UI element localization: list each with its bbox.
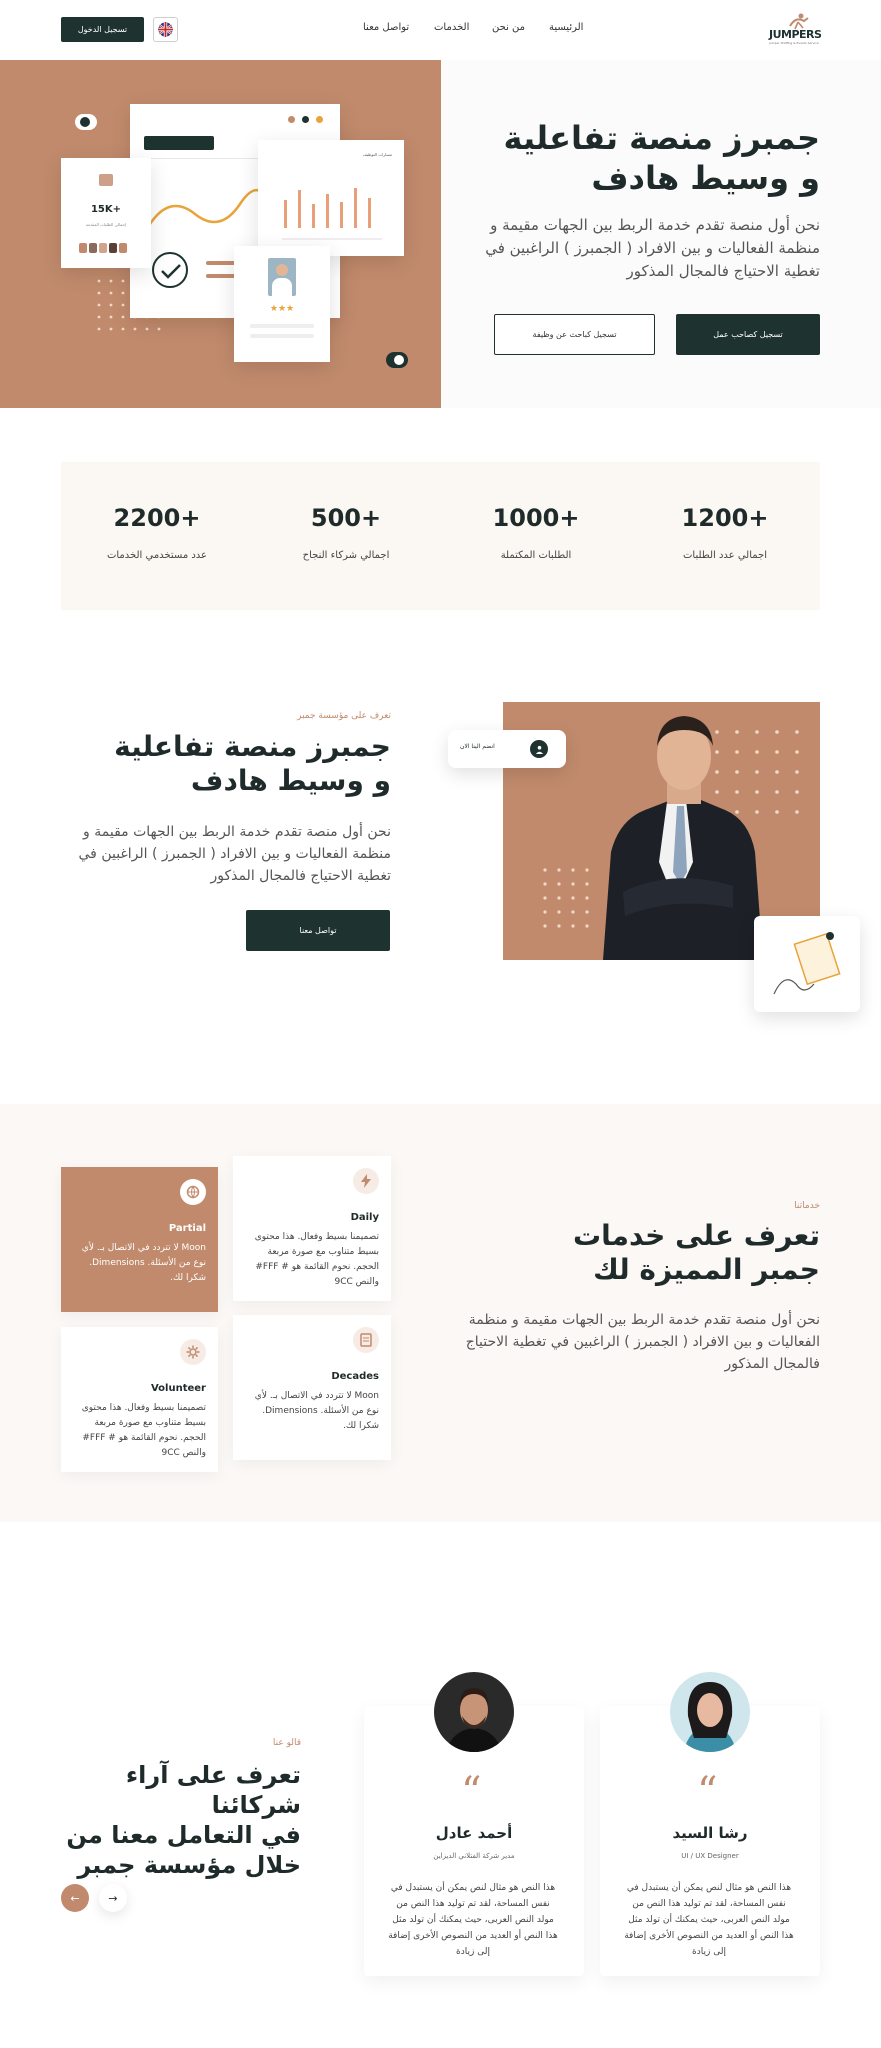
- nav-link-services[interactable]: الخدمات: [434, 22, 469, 33]
- hero-illustration: 15K+ إجمالي الطلبات المقدمة مسارات التوظ…: [0, 60, 441, 408]
- stat-users: 2200+ عدد مستخدمي الخدمات: [77, 504, 237, 561]
- about-title-line1: جمبرز منصة تفاعلية: [114, 730, 391, 763]
- logo-text: JUMPERS: [769, 28, 822, 41]
- jumpers-logo[interactable]: JUMPERS Jumper Staffing & Events Service: [768, 12, 822, 46]
- join-us-label: انضم الينا الان: [460, 743, 495, 750]
- service-title: Decades: [331, 1371, 379, 1382]
- quote-icon: “: [697, 1769, 718, 1815]
- service-body: Moon لا تتردد في الاتصال بـ. لأي نوع من …: [254, 1391, 379, 1431]
- service-body: تصميمنا بسيط وفعال. هذا محتوى بسيط متناو…: [81, 1403, 206, 1458]
- document-card-decoration: [754, 916, 860, 1012]
- testimonials-kicker: قالو عنا: [272, 1738, 301, 1748]
- stat-card-mockup: 15K+ إجمالي الطلبات المقدمة: [61, 158, 151, 268]
- top-navbar: تسجيل الدخول تواصل معنا الخدمات من نحن ا…: [0, 0, 881, 60]
- stats-panel: 1200+ اجمالي عدد الطلبات 1000+ الطلبات ا…: [61, 462, 820, 610]
- services-kicker: خدماتنا: [794, 1201, 820, 1211]
- testimonial-role: UI / UX Designer: [681, 1852, 739, 1860]
- prev-arrow-button[interactable]: ←: [61, 1884, 89, 1912]
- about-kicker: تعرف على مؤسسة جمبر: [297, 711, 391, 721]
- lightning-icon: [353, 1168, 379, 1194]
- service-body: Moon لا تتردد في الاتصال بـ. لأي نوع من …: [81, 1243, 206, 1283]
- illustration-chart-caption: مسارات التوظيف: [362, 152, 392, 157]
- toggle-decoration: [386, 352, 408, 368]
- hero-title: جمبرز منصة تفاعلية و وسيط هادف: [490, 118, 820, 198]
- testimonials-title: تعرف على آراء شركائنا في التعامل معنا من…: [41, 1760, 301, 1880]
- service-card-daily[interactable]: Daily تصميمنا بسيط وفعال. هذا محتوى بسيط…: [233, 1156, 391, 1301]
- testimonial-body: هذا النص هو مثال لنص يمكن أن يستبدل في ن…: [388, 1883, 558, 1957]
- hero-title-line1: جمبرز منصة تفاعلية: [503, 119, 820, 157]
- profile-card-mockup: ★★★: [234, 246, 330, 362]
- about-description: نحن أول منصة تقدم خدمة الربط بين الجهات …: [78, 824, 391, 884]
- about-title: جمبرز منصة تفاعلية و وسيط هادف: [91, 730, 391, 798]
- contact-us-button[interactable]: تواصل معنا: [246, 910, 390, 951]
- services-title-line1: تعرف على خدمات: [573, 1219, 820, 1252]
- services-description: نحن أول منصة تقدم خدمة الربط بين الجهات …: [465, 1312, 820, 1372]
- testimonial-body: هذا النص هو مثال لنص يمكن أن يستبدل في ن…: [624, 1883, 794, 1957]
- service-title: Daily: [350, 1212, 379, 1223]
- businessman-photo: [603, 716, 763, 960]
- hero-description: نحن أول منصة تقدم خدمة الربط بين الجهات …: [485, 216, 820, 280]
- avatar: [434, 1672, 514, 1752]
- toggle-decoration: [75, 114, 97, 130]
- user-icon: [530, 740, 548, 758]
- service-card-decades[interactable]: Decades Moon لا تتردد في الاتصال بـ. لأي…: [233, 1315, 391, 1460]
- quote-icon: “: [461, 1769, 482, 1815]
- nav-link-about[interactable]: من نحن: [492, 22, 525, 33]
- service-title: Partial: [168, 1223, 206, 1234]
- contract-doc-icon: [773, 932, 841, 995]
- illustration-stat-caption: إجمالي الطلبات المقدمة: [85, 222, 127, 227]
- join-us-badge[interactable]: انضم الينا الان: [448, 730, 566, 768]
- login-button[interactable]: تسجيل الدخول: [61, 17, 144, 42]
- stat-label: عدد مستخدمي الخدمات: [106, 550, 208, 561]
- stat-completed-requests: 1000+ الطلبات المكتملة: [456, 504, 616, 561]
- language-switch[interactable]: [153, 17, 178, 42]
- service-card-partial[interactable]: Partial Moon لا تتردد في الاتصال بـ. لأي…: [61, 1167, 218, 1312]
- uk-flag-icon: [158, 22, 173, 37]
- stat-label: اجمالي شركاء النجاح: [302, 550, 390, 561]
- gear-icon: [180, 1339, 206, 1365]
- stat-value: 1000+: [492, 504, 580, 532]
- stat-label: الطلبات المكتملة: [500, 550, 572, 561]
- logo-tagline: Jumper Staffing & Events Service: [769, 41, 819, 45]
- document-icon: [353, 1327, 379, 1353]
- testimonial-name: رشا السيد: [672, 1824, 748, 1842]
- stat-value: 1200+: [681, 504, 769, 532]
- stat-label: اجمالي عدد الطلبات: [682, 550, 767, 561]
- about-title-line2: و وسيط هادف: [190, 764, 391, 797]
- next-arrow-button[interactable]: →: [99, 1884, 127, 1912]
- services-title: تعرف على خدمات جمبر المميزة لك: [500, 1219, 820, 1287]
- nav-link-home[interactable]: الرئيسية: [549, 22, 583, 33]
- avatar: [670, 1672, 750, 1752]
- stat-partners: 500+ اجمالي شركاء النجاح: [266, 504, 426, 561]
- testimonial-role: مدير شركة الفتلاني الديزاين: [433, 1852, 515, 1860]
- illustration-rating-stars: ★★★: [269, 304, 295, 314]
- stat-value: 2200+: [113, 504, 201, 532]
- testimonials-title-line3: خلال مؤسسة جمبر: [77, 1851, 301, 1879]
- nav-link-contact[interactable]: تواصل معنا: [363, 22, 409, 33]
- globe-icon: [180, 1179, 206, 1205]
- service-title: Volunteer: [150, 1383, 206, 1394]
- register-jobseeker-button[interactable]: تسجيل كباحث عن وظيفة: [494, 314, 655, 355]
- hero-title-line2: و وسيط هادف: [591, 159, 820, 197]
- services-title-line2: جمبر المميزة لك: [593, 1253, 820, 1286]
- stat-total-requests: 1200+ اجمالي عدد الطلبات: [645, 504, 805, 561]
- testimonial-name: أحمد عادل: [435, 1824, 513, 1842]
- illustration-stat-value: 15K+: [90, 204, 122, 215]
- testimonials-title-line2: في التعامل معنا من: [66, 1821, 301, 1849]
- service-card-volunteer[interactable]: Volunteer تصميمنا بسيط وفعال. هذا محتوى …: [61, 1327, 218, 1472]
- testimonials-title-line1: تعرف على آراء شركائنا: [125, 1761, 301, 1819]
- chart-card-mockup: مسارات التوظيف: [258, 140, 404, 256]
- register-employer-button[interactable]: تسجيل كصاحب عمل: [676, 314, 820, 355]
- stat-value: 500+: [310, 504, 382, 532]
- service-body: تصميمنا بسيط وفعال. هذا محتوى بسيط متناو…: [254, 1232, 379, 1287]
